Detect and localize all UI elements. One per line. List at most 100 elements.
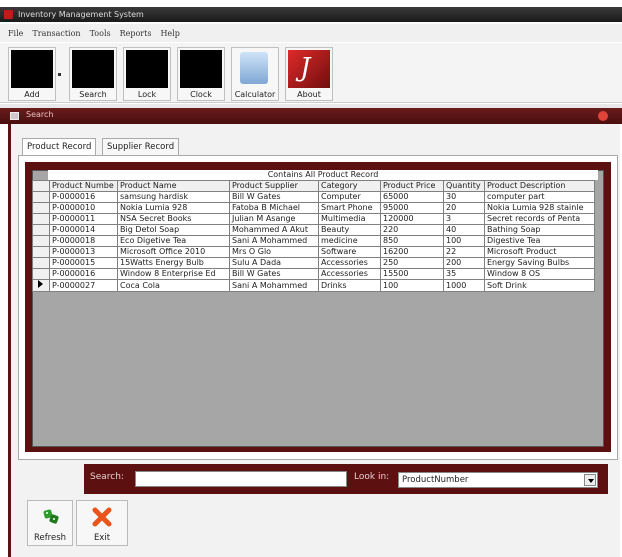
table-cell[interactable]: Digestive Tea (484, 235, 595, 247)
menu-reports[interactable]: Reports (120, 29, 152, 38)
table-cell[interactable]: Drinks (318, 279, 381, 292)
table-cell[interactable]: Nokia Lumia 928 stainle (484, 202, 595, 214)
search-input[interactable] (135, 471, 347, 487)
add-dropdown-icon[interactable] (58, 73, 61, 76)
table-cell[interactable]: P-0000015 (49, 257, 118, 269)
menu-file[interactable]: File (8, 29, 23, 38)
table-cell[interactable]: Bathing Soap (484, 224, 595, 236)
row-header[interactable] (32, 246, 50, 258)
table-cell[interactable]: 250 (380, 257, 444, 269)
column-header[interactable]: Product Numbe (49, 180, 118, 192)
table-cell[interactable]: samsung hardisk (117, 191, 230, 203)
table-cell[interactable]: 35 (443, 268, 485, 280)
table-cell[interactable]: P-0000013 (49, 246, 118, 258)
exit-button[interactable]: Exit (76, 500, 128, 546)
table-row[interactable]: P-0000011 NSA Secret Books Julian M Asange… (32, 213, 595, 225)
table-cell[interactable]: 220 (380, 224, 444, 236)
table-cell[interactable]: 22 (443, 246, 485, 258)
table-cell[interactable]: 20 (443, 202, 485, 214)
table-cell[interactable]: Accessories (318, 268, 381, 280)
table-cell[interactable]: Mrs O Glo (229, 246, 319, 258)
table-cell[interactable]: Software (318, 246, 381, 258)
table-cell[interactable]: 16200 (380, 246, 444, 258)
table-cell[interactable]: Accessories (318, 257, 381, 269)
table-cell[interactable]: P-0000010 (49, 202, 118, 214)
table-cell[interactable]: Sani A Mohammed (229, 279, 319, 292)
row-header[interactable] (32, 202, 50, 214)
table-cell[interactable]: NSA Secret Books (117, 213, 230, 225)
table-cell[interactable]: 1000 (443, 279, 485, 292)
table-cell[interactable]: P-0000018 (49, 235, 118, 247)
product-table[interactable]: Product Numbe Product Name Product Suppl… (32, 180, 595, 292)
table-cell[interactable]: 3 (443, 213, 485, 225)
table-cell[interactable]: 95000 (380, 202, 444, 214)
table-cell[interactable]: Sulu A Dada (229, 257, 319, 269)
tab-product-record[interactable]: Product Record (22, 138, 97, 156)
column-header[interactable]: Product Price (380, 180, 444, 192)
row-header[interactable] (32, 257, 50, 269)
table-cell[interactable]: Microsoft Product (484, 246, 595, 258)
table-cell[interactable]: Secret records of Penta (484, 213, 595, 225)
table-cell[interactable]: Bill W Gates (229, 191, 319, 203)
table-row[interactable]: P-0000027 Coca Cola Sani A Mohammed Drinks 1… (32, 279, 595, 292)
refresh-button[interactable]: Refresh (27, 500, 73, 546)
row-header[interactable] (32, 279, 50, 292)
table-cell[interactable]: medicine (318, 235, 381, 247)
menu-transaction[interactable]: Transaction (32, 29, 80, 38)
about-button[interactable]: About (285, 47, 333, 101)
calculator-button[interactable]: Calculator (231, 47, 279, 101)
table-cell[interactable]: 100 (443, 235, 485, 247)
table-cell[interactable]: Mohammed A Akut (229, 224, 319, 236)
table-cell[interactable]: 15500 (380, 268, 444, 280)
table-cell[interactable]: Bill W Gates (229, 268, 319, 280)
table-cell[interactable]: P-0000027 (49, 279, 118, 292)
table-row[interactable]: P-0000018 Eco Digetive Tea Sani A Mohammed… (32, 235, 595, 247)
table-cell[interactable]: P-0000016 (49, 191, 118, 203)
table-cell[interactable]: P-0000014 (49, 224, 118, 236)
table-cell[interactable]: Julian M Asange (229, 213, 319, 225)
table-cell[interactable]: computer part (484, 191, 595, 203)
chevron-down-icon[interactable] (584, 474, 596, 486)
menu-help[interactable]: Help (160, 29, 179, 38)
table-cell[interactable]: Coca Cola (117, 279, 230, 292)
table-cell[interactable]: Multimedia (318, 213, 381, 225)
table-cell[interactable]: 850 (380, 235, 444, 247)
menu-tools[interactable]: Tools (90, 29, 111, 38)
table-cell[interactable]: 40 (443, 224, 485, 236)
table-cell[interactable]: Window 8 OS (484, 268, 595, 280)
table-cell[interactable]: P-0000011 (49, 213, 118, 225)
table-cell[interactable]: Sani A Mohammed (229, 235, 319, 247)
table-cell[interactable]: Big Detol Soap (117, 224, 230, 236)
table-cell[interactable]: Computer (318, 191, 381, 203)
row-header[interactable] (32, 268, 50, 280)
table-row[interactable]: P-0000013 Microsoft Office 2010 Mrs O Glo S… (32, 246, 595, 258)
table-cell[interactable]: Soft Drink (484, 279, 595, 292)
row-header[interactable] (32, 224, 50, 236)
table-cell[interactable]: 100 (380, 279, 444, 292)
table-cell[interactable]: P-0000016 (49, 268, 118, 280)
column-header[interactable]: Product Description (484, 180, 595, 192)
add-button[interactable]: Add (8, 47, 56, 101)
table-row[interactable]: P-0000016 Window 8 Enterprise Ed Bill W Ga… (32, 268, 595, 280)
clock-button[interactable]: Clock (177, 47, 225, 101)
column-header[interactable]: Quantity (443, 180, 485, 192)
table-cell[interactable]: 65000 (380, 191, 444, 203)
row-header[interactable] (32, 235, 50, 247)
column-header[interactable]: Product Supplier (229, 180, 319, 192)
table-cell[interactable]: 30 (443, 191, 485, 203)
row-header[interactable] (32, 191, 50, 203)
lock-button[interactable]: Lock (123, 47, 171, 101)
tab-supplier-record[interactable]: Supplier Record (102, 138, 180, 155)
table-cell[interactable]: 120000 (380, 213, 444, 225)
table-row[interactable]: P-0000010 Nokia Lumia 928 Fatoba B Michael… (32, 202, 595, 214)
look-in-select[interactable]: ProductNumber (398, 472, 598, 488)
column-header[interactable]: Product Name (117, 180, 230, 192)
table-row[interactable]: P-0000014 Big Detol Soap Mohammed A Akut Be… (32, 224, 595, 236)
table-cell[interactable]: Smart Phone (318, 202, 381, 214)
table-cell[interactable]: Energy Saving Bulbs (484, 257, 595, 269)
search-button[interactable]: Search (69, 47, 117, 101)
table-cell[interactable]: Fatoba B Michael (229, 202, 319, 214)
table-cell[interactable]: 200 (443, 257, 485, 269)
table-row[interactable]: P-0000015 15Watts Energy Bulb Sulu A Dada A… (32, 257, 595, 269)
column-header[interactable]: Category (318, 180, 381, 192)
